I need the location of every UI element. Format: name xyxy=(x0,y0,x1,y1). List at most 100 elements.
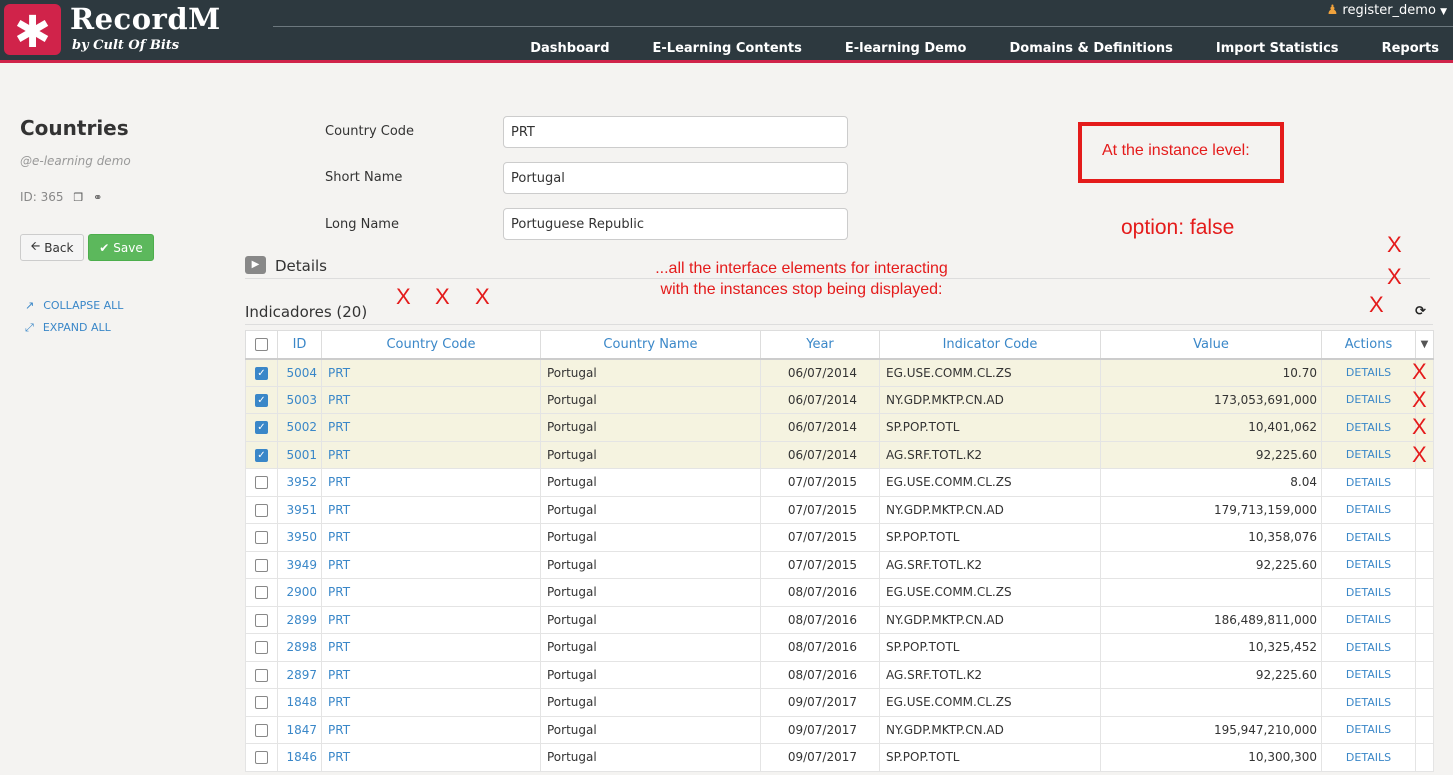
row-id-link[interactable]: 2898 xyxy=(277,633,322,662)
row-details-link[interactable]: DETAILS xyxy=(1321,578,1416,607)
collapse-all-link[interactable]: ↗ COLLAPSE ALL xyxy=(25,299,123,312)
row-details-link[interactable]: DETAILS xyxy=(1321,440,1416,469)
details-label[interactable]: Details xyxy=(275,257,327,275)
table-row[interactable]: 3952 PRT Portugal 07/07/2015 EG.USE.COMM.CL.… xyxy=(245,468,1434,497)
table-row[interactable]: ✓ 5004 PRT Portugal 06/07/2014 EG.USE.COMM.CL… xyxy=(245,358,1434,387)
row-checkbox[interactable] xyxy=(245,660,278,689)
table-row[interactable]: 3950 PRT Portugal 07/07/2015 SP.POP.TOTL 10,3… xyxy=(245,523,1434,552)
row-country-code-link[interactable]: PRT xyxy=(321,550,541,579)
row-id-link[interactable]: 3951 xyxy=(277,495,322,524)
table-row[interactable]: 3949 PRT Portugal 07/07/2015 AG.SRF.TOTL.K2 9… xyxy=(245,550,1434,579)
col-header-indicator-code[interactable]: Indicator Code xyxy=(879,330,1101,360)
nav-import-statistics[interactable]: Import Statistics xyxy=(1187,41,1353,56)
long-name-input[interactable] xyxy=(503,208,848,240)
short-name-input[interactable] xyxy=(503,162,848,194)
brand-title[interactable]: RecordM xyxy=(70,2,221,36)
row-id-link[interactable]: 1847 xyxy=(277,715,322,744)
row-details-link[interactable]: DETAILS xyxy=(1321,358,1416,387)
row-checkbox[interactable] xyxy=(245,688,278,717)
row-details-link[interactable]: DETAILS xyxy=(1321,743,1416,772)
details-expand-button[interactable]: ▶ xyxy=(245,256,266,274)
row-checkbox[interactable] xyxy=(245,523,278,552)
table-row[interactable]: 2898 PRT Portugal 08/07/2016 SP.POP.TOTL 10,3… xyxy=(245,633,1434,662)
row-country-code-link[interactable]: PRT xyxy=(321,688,541,717)
row-country-code-link[interactable]: PRT xyxy=(321,385,541,414)
table-row[interactable]: 2897 PRT Portugal 08/07/2016 AG.SRF.TOTL.K2 9… xyxy=(245,660,1434,689)
copy-icon[interactable]: ❐ xyxy=(73,191,83,204)
row-id-link[interactable]: 3950 xyxy=(277,523,322,552)
row-details-link[interactable]: DETAILS xyxy=(1321,605,1416,634)
row-country-code-link[interactable]: PRT xyxy=(321,633,541,662)
row-country-code-link[interactable]: PRT xyxy=(321,358,541,387)
row-country-code-link[interactable]: PRT xyxy=(321,660,541,689)
row-details-link[interactable]: DETAILS xyxy=(1321,633,1416,662)
row-country-code-link[interactable]: PRT xyxy=(321,578,541,607)
row-id-link[interactable]: 3949 xyxy=(277,550,322,579)
row-checkbox[interactable] xyxy=(245,495,278,524)
nav-reports[interactable]: Reports xyxy=(1353,41,1453,56)
row-id-link[interactable]: 5002 xyxy=(277,413,322,442)
row-checkbox[interactable] xyxy=(245,578,278,607)
row-checkbox[interactable]: ✓ xyxy=(245,358,278,387)
table-row[interactable]: ✓ 5003 PRT Portugal 06/07/2014 NY.GDP.MKTP.CN… xyxy=(245,385,1434,414)
nav-dashboard[interactable]: Dashboard xyxy=(501,41,623,56)
row-checkbox[interactable]: ✓ xyxy=(245,440,278,469)
row-country-code-link[interactable]: PRT xyxy=(321,468,541,497)
row-id-link[interactable]: 5001 xyxy=(277,440,322,469)
row-id-link[interactable]: 5003 xyxy=(277,385,322,414)
row-details-link[interactable]: DETAILS xyxy=(1321,688,1416,717)
link-icon[interactable]: ⚭ xyxy=(93,191,102,204)
row-id-link[interactable]: 2899 xyxy=(277,605,322,634)
back-button[interactable]: 🡨 Back xyxy=(20,234,84,261)
row-checkbox[interactable] xyxy=(245,550,278,579)
table-row[interactable]: 2900 PRT Portugal 08/07/2016 EG.USE.COMM.CL.… xyxy=(245,578,1434,607)
table-row[interactable]: ✓ 5001 PRT Portugal 06/07/2014 AG.SRF.TOTL.K2… xyxy=(245,440,1434,469)
recordm-logo[interactable]: ✱ xyxy=(4,4,61,58)
row-details-link[interactable]: DETAILS xyxy=(1321,660,1416,689)
row-checkbox[interactable] xyxy=(245,715,278,744)
row-id-link[interactable]: 5004 xyxy=(277,358,322,387)
row-country-code-link[interactable]: PRT xyxy=(321,605,541,634)
save-button[interactable]: ✔ Save xyxy=(88,234,154,261)
row-country-code-link[interactable]: PRT xyxy=(321,495,541,524)
row-details-link[interactable]: DETAILS xyxy=(1321,715,1416,744)
row-country-code-link[interactable]: PRT xyxy=(321,523,541,552)
table-row[interactable]: 1846 PRT Portugal 09/07/2017 SP.POP.TOTL 10,3… xyxy=(245,743,1434,772)
row-details-link[interactable]: DETAILS xyxy=(1321,523,1416,552)
row-details-link[interactable]: DETAILS xyxy=(1321,550,1416,579)
col-header-country-code[interactable]: Country Code xyxy=(321,330,541,360)
table-row[interactable]: 3951 PRT Portugal 07/07/2015 NY.GDP.MKTP.CN.… xyxy=(245,495,1434,524)
columns-menu-chevron-icon[interactable]: ▼ xyxy=(1415,330,1434,360)
row-country-code-link[interactable]: PRT xyxy=(321,413,541,442)
row-details-link[interactable]: DETAILS xyxy=(1321,413,1416,442)
table-row[interactable]: 1847 PRT Portugal 09/07/2017 NY.GDP.MKTP.CN.… xyxy=(245,715,1434,744)
col-header-country-name[interactable]: Country Name xyxy=(540,330,761,360)
table-row[interactable]: 1848 PRT Portugal 09/07/2017 EG.USE.COMM.CL.… xyxy=(245,688,1434,717)
expand-all-link[interactable]: ⤢ EXPAND ALL xyxy=(25,321,111,335)
row-details-link[interactable]: DETAILS xyxy=(1321,468,1416,497)
col-header-id[interactable]: ID xyxy=(277,330,322,360)
col-header-value[interactable]: Value xyxy=(1100,330,1322,360)
row-checkbox[interactable] xyxy=(245,633,278,662)
row-checkbox[interactable] xyxy=(245,605,278,634)
row-details-link[interactable]: DETAILS xyxy=(1321,385,1416,414)
row-id-link[interactable]: 2897 xyxy=(277,660,322,689)
nav-domains-definitions[interactable]: Domains & Definitions xyxy=(980,41,1186,56)
row-id-link[interactable]: 3952 xyxy=(277,468,322,497)
row-country-code-link[interactable]: PRT xyxy=(321,715,541,744)
row-country-code-link[interactable]: PRT xyxy=(321,440,541,469)
country-code-input[interactable] xyxy=(503,116,848,148)
row-details-link[interactable]: DETAILS xyxy=(1321,495,1416,524)
row-id-link[interactable]: 2900 xyxy=(277,578,322,607)
col-header-year[interactable]: Year xyxy=(760,330,880,360)
refresh-icon[interactable]: ⟳ xyxy=(1415,304,1426,319)
row-id-link[interactable]: 1848 xyxy=(277,688,322,717)
nav-elearning-contents[interactable]: E-Learning Contents xyxy=(624,41,816,56)
row-checkbox[interactable]: ✓ xyxy=(245,413,278,442)
row-id-link[interactable]: 1846 xyxy=(277,743,322,772)
row-checkbox[interactable] xyxy=(245,743,278,772)
row-checkbox[interactable] xyxy=(245,468,278,497)
select-all-checkbox[interactable] xyxy=(245,330,278,360)
row-checkbox[interactable]: ✓ xyxy=(245,385,278,414)
table-row[interactable]: 2899 PRT Portugal 08/07/2016 NY.GDP.MKTP.CN.… xyxy=(245,605,1434,634)
